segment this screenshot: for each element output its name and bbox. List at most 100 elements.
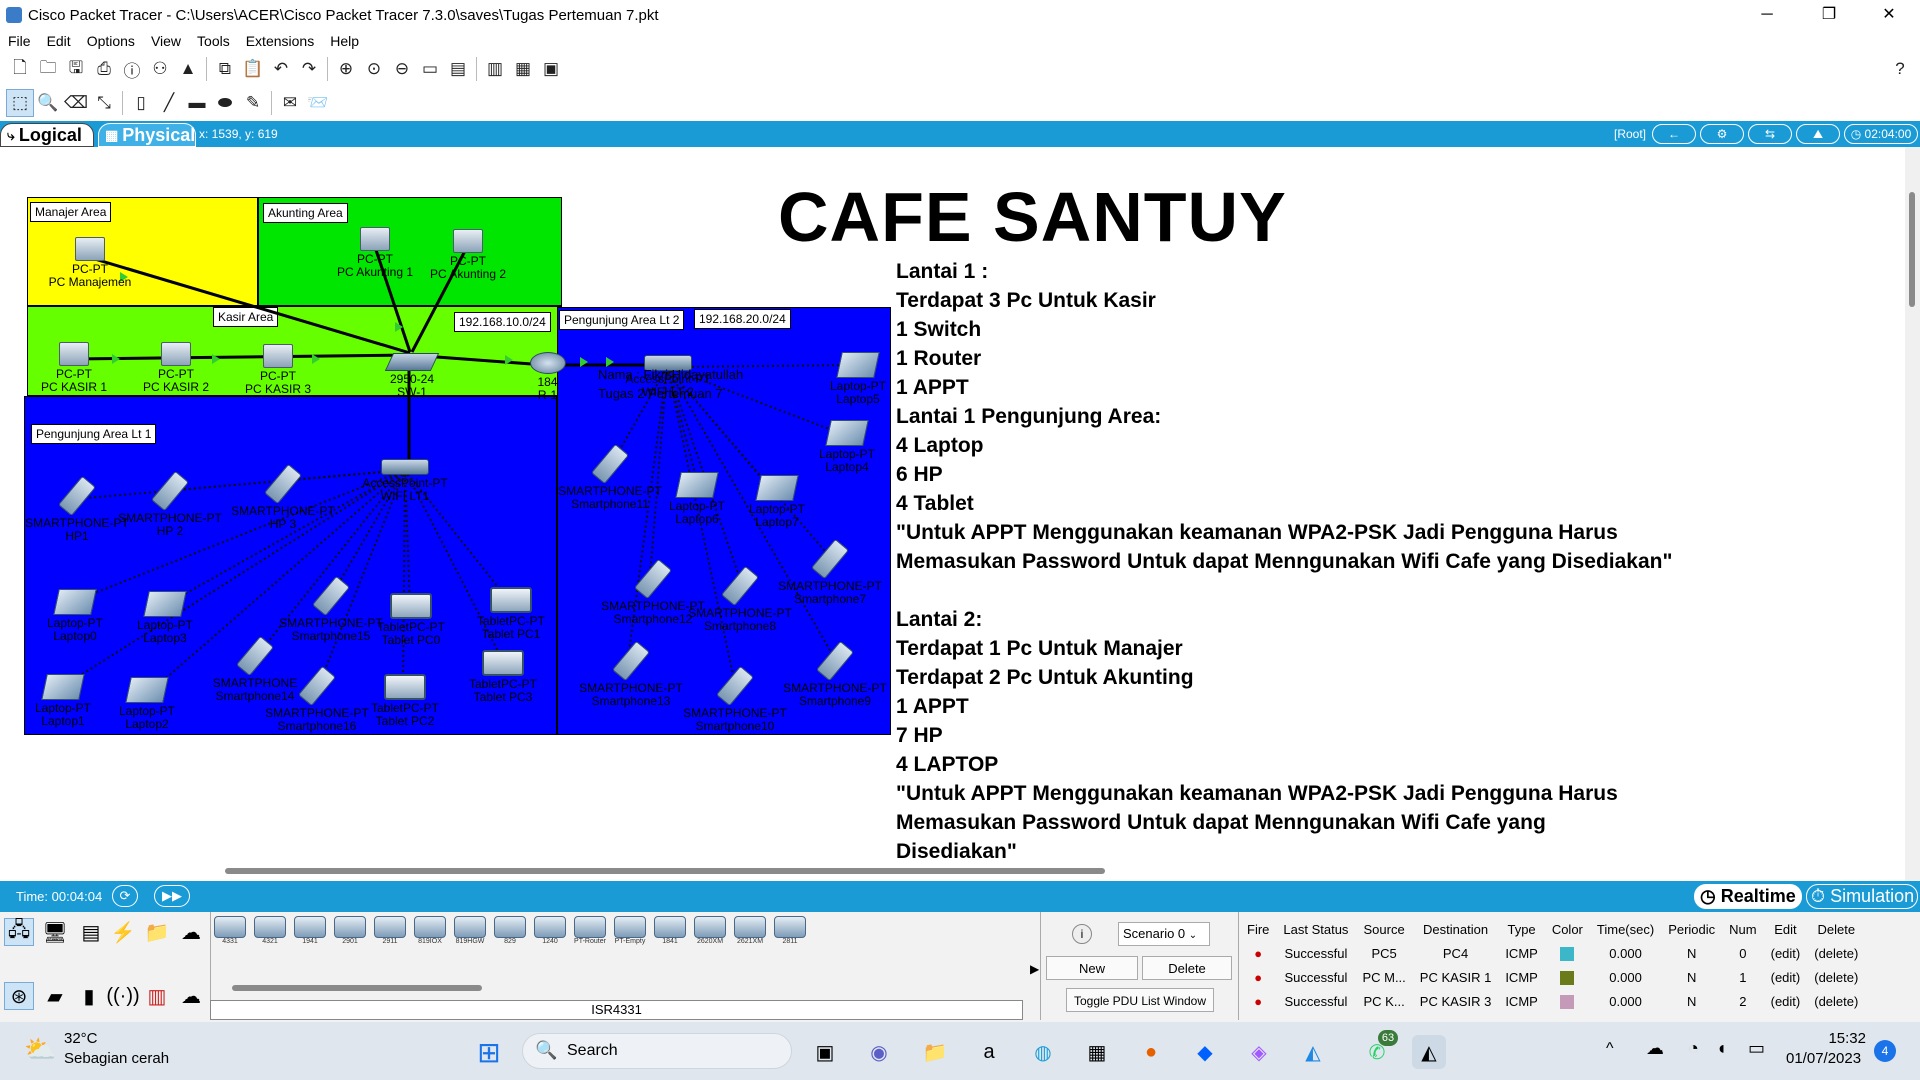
- new-cluster-icon[interactable]: ⚙: [1700, 124, 1744, 144]
- pdu-row[interactable]: ● Successful PC K... PC KASIR 3 ICMP 0.0…: [1240, 989, 1865, 1013]
- smartphone-13[interactable]: SMARTPHONE-PT Smartphone13: [576, 640, 686, 708]
- wifi-icon[interactable]: ◔: [1688, 1038, 1699, 1059]
- end-devices-icon[interactable]: 🖥: [40, 918, 70, 946]
- horizontal-scrollbar[interactable]: [225, 868, 1105, 874]
- pdu-delete-link[interactable]: (delete): [1807, 989, 1865, 1013]
- packet-tracer-taskbar-icon[interactable]: ◭: [1296, 1035, 1330, 1069]
- laptop-3[interactable]: Laptop-PT Laptop3: [120, 591, 210, 645]
- microsoft-store-icon[interactable]: ▦: [1080, 1035, 1114, 1069]
- delete-scenario-button[interactable]: Delete: [1142, 956, 1232, 980]
- switch-sw-1[interactable]: 2950-24 SW-1: [372, 353, 452, 399]
- model-819iox[interactable]: 819IOX: [412, 916, 448, 952]
- weather-temp[interactable]: 32°C: [64, 1030, 98, 1047]
- model-819hgw[interactable]: 819HGW: [452, 916, 488, 952]
- close-button[interactable]: ✕: [1866, 0, 1912, 30]
- realtime-button[interactable]: ◷ Realtime: [1694, 884, 1802, 909]
- viewport-clock[interactable]: ◷ 02:04:00: [1844, 124, 1918, 144]
- fast-forward-icon[interactable]: ▶▶: [154, 885, 190, 907]
- ipc-icon[interactable]: ▦: [509, 55, 537, 83]
- laptop-5[interactable]: Laptop-PT Laptop5: [813, 352, 903, 406]
- model-1841[interactable]: 1841: [652, 916, 688, 952]
- help-icon[interactable]: ?: [1886, 55, 1914, 83]
- routers-icon[interactable]: ⊛: [4, 982, 34, 1010]
- volume-icon[interactable]: ◖: [1716, 1038, 1727, 1059]
- menu-help[interactable]: Help: [322, 33, 367, 49]
- pc-akunting-1[interactable]: PC-PT PC Akunting 1: [325, 227, 425, 279]
- edge-icon[interactable]: ◍: [1026, 1035, 1060, 1069]
- smartphone-16[interactable]: SMARTPHONE-PT Smartphone16: [262, 665, 372, 733]
- tab-logical[interactable]: ⤷ Logical: [0, 123, 94, 147]
- redo-icon[interactable]: ↷: [295, 55, 323, 83]
- task-view-icon[interactable]: ▣: [808, 1035, 842, 1069]
- activity-wizard-icon[interactable]: ▲: [174, 55, 202, 83]
- laptop-2[interactable]: Laptop-PT Laptop2: [102, 677, 192, 731]
- model-4331[interactable]: 4331: [212, 916, 248, 952]
- pdu-delete-link[interactable]: (delete): [1807, 941, 1865, 965]
- draw-ellipse-icon[interactable]: ⬬: [211, 89, 239, 117]
- notification-badge[interactable]: 4: [1874, 1040, 1896, 1062]
- file-explorer-icon[interactable]: 📁: [918, 1035, 952, 1069]
- taskbar-search[interactable]: 🔍 Search: [522, 1033, 792, 1069]
- menu-view[interactable]: View: [143, 33, 189, 49]
- smartphone-10[interactable]: SMARTPHONE-PT Smartphone10: [680, 665, 790, 733]
- move-object-icon[interactable]: ⇆: [1748, 124, 1792, 144]
- menu-tools[interactable]: Tools: [189, 33, 238, 49]
- components-icon[interactable]: ▤: [76, 918, 106, 946]
- back-icon[interactable]: ←: [1652, 124, 1696, 144]
- tab-physical[interactable]: ▦ Physical: [98, 123, 196, 147]
- router-r-1[interactable]: 184 R-1: [525, 352, 570, 402]
- model-2620xm[interactable]: 2620XM: [692, 916, 728, 952]
- wan-emulation-icon[interactable]: ☁: [176, 982, 206, 1010]
- complex-pdu-icon[interactable]: 📨: [304, 89, 332, 117]
- copy-icon[interactable]: ⧉: [211, 55, 239, 83]
- undo-icon[interactable]: ↶: [267, 55, 295, 83]
- smartphone-9[interactable]: SMARTPHONE-PT Smartphone9: [780, 640, 890, 708]
- firefox-icon[interactable]: ●: [1134, 1035, 1168, 1069]
- vertical-scrollbar[interactable]: [1905, 147, 1920, 882]
- set-tiled-background-icon[interactable]: ⛰: [1796, 124, 1840, 144]
- freeform-icon[interactable]: ✎: [239, 89, 267, 117]
- drawing-palette-icon[interactable]: ▭: [416, 55, 444, 83]
- zoom-in-icon[interactable]: ⊕: [332, 55, 360, 83]
- wireless-devices-icon[interactable]: ((·)): [106, 982, 139, 1010]
- cloud-sync-icon[interactable]: ☁: [1646, 1038, 1664, 1059]
- clock-time[interactable]: 15:32: [1800, 1030, 1866, 1047]
- draw-rectangle-icon[interactable]: ▬: [183, 89, 211, 117]
- tablet-pc3[interactable]: TabletPC-PT Tablet PC3: [458, 650, 548, 704]
- info-icon[interactable]: ⓘ: [118, 55, 146, 83]
- connections-icon[interactable]: ⚡: [108, 918, 138, 946]
- place-note-icon[interactable]: ▯: [127, 89, 155, 117]
- network-info-icon[interactable]: ⚇: [146, 55, 174, 83]
- laptop-1[interactable]: Laptop-PT Laptop1: [18, 674, 108, 728]
- amazon-icon[interactable]: a: [972, 1035, 1006, 1069]
- menu-edit[interactable]: Edit: [39, 33, 79, 49]
- logical-workspace[interactable]: Manajer Area Akunting Area Kasir Area Pe…: [0, 147, 1905, 882]
- tablet-pc2[interactable]: TabletPC-PT Tablet PC2: [360, 674, 450, 728]
- zoom-out-icon[interactable]: ⊖: [388, 55, 416, 83]
- paste-icon[interactable]: 📋: [239, 55, 267, 83]
- tablet-pc0[interactable]: TabletPC-PT Tablet PC0: [366, 593, 456, 647]
- smartphone-hp2[interactable]: SMARTPHONE-PT HP 2: [115, 470, 225, 538]
- security-icon[interactable]: ▥: [142, 982, 172, 1010]
- model-2811[interactable]: 2811: [772, 916, 808, 952]
- resize-icon[interactable]: ⤡: [90, 89, 118, 117]
- menu-extensions[interactable]: Extensions: [238, 33, 322, 49]
- dropbox-icon[interactable]: ◆: [1188, 1035, 1222, 1069]
- model-2901[interactable]: 2901: [332, 916, 368, 952]
- new-file-icon[interactable]: 🗋: [6, 55, 34, 83]
- new-scenario-button[interactable]: New: [1046, 956, 1138, 980]
- clock-date[interactable]: 01/07/2023: [1786, 1050, 1861, 1067]
- model-2911[interactable]: 2911: [372, 916, 408, 952]
- toggle-pdu-list-button[interactable]: Toggle PDU List Window: [1066, 988, 1214, 1012]
- packet-tracer-active-icon[interactable]: ◭: [1412, 1035, 1446, 1069]
- smartphone-hp3[interactable]: SMARTPHONE-PT HP 3: [228, 463, 338, 531]
- power-cycle-icon[interactable]: ⟳: [112, 885, 138, 907]
- model-4321[interactable]: 4321: [252, 916, 288, 952]
- pc-kasir-3[interactable]: PC-PT PC KASIR 3: [228, 344, 328, 396]
- pc-kasir-2[interactable]: PC-PT PC KASIR 2: [126, 342, 226, 394]
- custom-device-icon[interactable]: ▤: [444, 55, 472, 83]
- delete-icon[interactable]: ⌫: [62, 89, 90, 117]
- pdu-edit-link[interactable]: (edit): [1764, 941, 1808, 965]
- teams-icon[interactable]: ◉: [862, 1035, 896, 1069]
- laptop-7[interactable]: Laptop-PT Laptop7: [732, 475, 822, 529]
